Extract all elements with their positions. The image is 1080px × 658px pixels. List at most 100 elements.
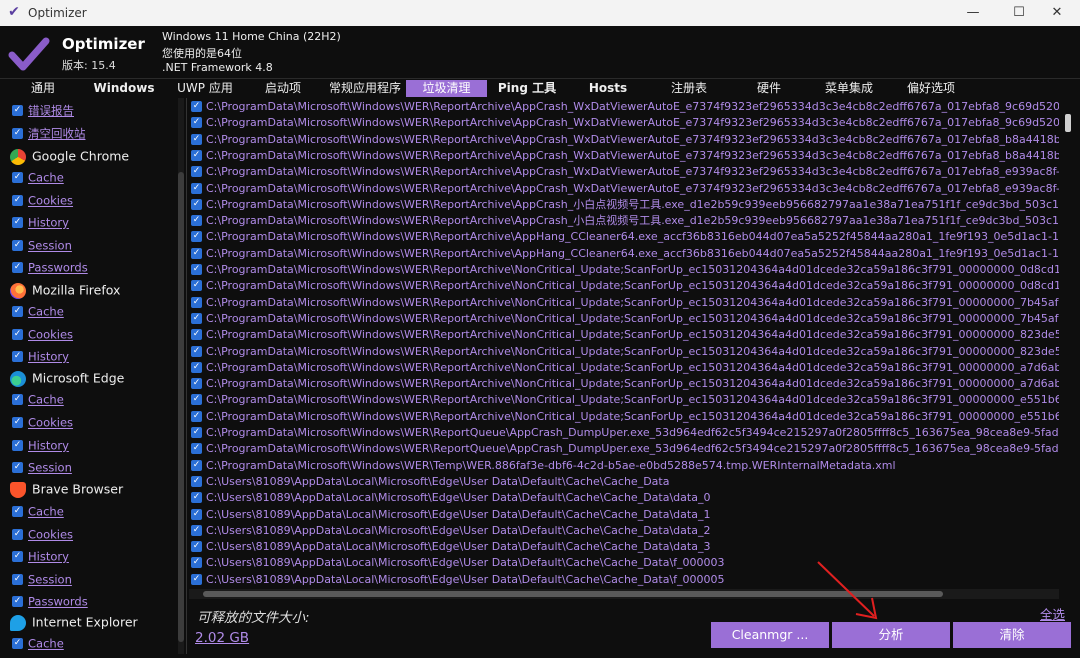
tab-preferences[interactable]: 偏好选项: [898, 80, 964, 97]
checkbox-checked-icon[interactable]: ✓: [191, 427, 202, 438]
option-edge-history[interactable]: ✓ History: [12, 435, 69, 455]
option-chrome-history[interactable]: ✓ History: [12, 212, 69, 232]
checkbox-checked-icon[interactable]: ✓: [191, 524, 202, 536]
checkbox-checked-icon[interactable]: ✓: [12, 351, 23, 362]
option-brave-passwords[interactable]: ✓ Passwords: [12, 591, 88, 611]
checkbox-checked-icon[interactable]: ✓: [12, 638, 23, 649]
option-error-reports[interactable]: ✓ 错误报告: [12, 100, 74, 120]
file-path: C:\ProgramData\Microsoft\Windows\WER\Rep…: [206, 442, 1059, 456]
option-ie-cache[interactable]: ✓ Cache: [12, 633, 64, 653]
option-chrome-cookies[interactable]: ✓ Cookies: [12, 190, 73, 210]
checkbox-checked-icon[interactable]: ✓: [191, 345, 202, 357]
option-edge-cookies[interactable]: ✓ Cookies: [12, 412, 73, 432]
cleanmgr-button[interactable]: Cleanmgr ...: [711, 622, 829, 648]
checkbox-checked-icon[interactable]: ✓: [12, 195, 23, 206]
option-label: Cookies: [28, 193, 74, 208]
checkbox-checked-icon[interactable]: ✓: [191, 541, 202, 553]
checkbox-checked-icon[interactable]: ✓: [12, 551, 23, 562]
tab-menu-integration[interactable]: 菜单集成: [816, 80, 882, 97]
checkbox-checked-icon[interactable]: ✓: [191, 443, 202, 455]
app-check-icon: ✔: [8, 4, 20, 20]
tab-common-apps[interactable]: 常规应用程序: [324, 80, 406, 97]
option-edge-session[interactable]: ✓ Session: [12, 457, 72, 477]
checkbox-checked-icon[interactable]: ✓: [191, 361, 202, 373]
checkbox-checked-icon[interactable]: ✓: [191, 557, 202, 569]
checkbox-checked-icon[interactable]: ✓: [191, 492, 202, 504]
option-label: Cache: [28, 304, 64, 319]
checkbox-checked-icon[interactable]: ✓: [12, 462, 23, 473]
checkbox-checked-icon[interactable]: ✓: [12, 574, 23, 585]
tab-hardware[interactable]: 硬件: [744, 80, 794, 97]
tab-uwp[interactable]: UWP 应用: [172, 80, 238, 97]
free-space-value[interactable]: 2.02 GB: [195, 630, 249, 646]
minimize-button[interactable]: —: [950, 0, 996, 26]
checkbox-checked-icon[interactable]: ✓: [12, 172, 23, 183]
checkbox-checked-icon[interactable]: ✓: [191, 312, 202, 324]
option-brave-session[interactable]: ✓ Session: [12, 569, 72, 589]
option-firefox-cookies[interactable]: ✓ Cookies: [12, 324, 73, 344]
close-button[interactable]: ✕: [1034, 0, 1080, 26]
checkbox-checked-icon[interactable]: ✓: [191, 133, 202, 145]
checkbox-checked-icon[interactable]: ✓: [191, 149, 202, 161]
select-all-link[interactable]: 全选: [1040, 604, 1065, 623]
checkbox-checked-icon[interactable]: ✓: [191, 394, 202, 406]
tab-startup[interactable]: 启动项: [252, 80, 314, 97]
checkbox-checked-icon[interactable]: ✓: [191, 117, 202, 129]
checkbox-checked-icon[interactable]: ✓: [191, 459, 202, 471]
checkbox-checked-icon[interactable]: ✓: [191, 215, 202, 227]
checkbox-checked-icon[interactable]: ✓: [191, 508, 202, 520]
tab-ping[interactable]: Ping 工具: [494, 80, 560, 97]
tab-registry[interactable]: 注册表: [660, 80, 718, 97]
checkbox-checked-icon[interactable]: ✓: [191, 182, 202, 194]
checkbox-checked-icon[interactable]: ✓: [12, 306, 23, 317]
file-list-vertical-scroll-thumb[interactable]: [1065, 114, 1071, 132]
checkbox-checked-icon[interactable]: ✓: [191, 329, 202, 341]
option-empty-recycle-bin[interactable]: ✓ 清空回收站: [12, 123, 86, 143]
file-list-horizontal-scrollbar[interactable]: [189, 589, 1059, 599]
checkbox-checked-icon[interactable]: ✓: [191, 296, 202, 308]
option-firefox-cache[interactable]: ✓ Cache: [12, 301, 64, 321]
checkbox-checked-icon[interactable]: ✓: [191, 475, 202, 487]
checkbox-checked-icon[interactable]: ✓: [191, 264, 202, 275]
file-list-vertical-scrollbar[interactable]: [1062, 98, 1074, 598]
checkbox-checked-icon[interactable]: ✓: [191, 166, 202, 178]
checkbox-checked-icon[interactable]: ✓: [12, 529, 23, 540]
checkbox-checked-icon[interactable]: ✓: [191, 280, 202, 292]
checkbox-checked-icon[interactable]: ✓: [12, 128, 23, 139]
checkbox-checked-icon[interactable]: ✓: [191, 247, 202, 259]
option-chrome-passwords[interactable]: ✓ Passwords: [12, 257, 88, 277]
checkbox-checked-icon[interactable]: ✓: [12, 596, 23, 607]
checkbox-checked-icon[interactable]: ✓: [12, 240, 23, 251]
option-brave-cache[interactable]: ✓ Cache: [12, 501, 64, 521]
option-edge-cache[interactable]: ✓ Cache: [12, 389, 64, 409]
tab-general[interactable]: 通用: [14, 80, 72, 97]
checkbox-checked-icon[interactable]: ✓: [12, 217, 23, 228]
tab-windows11[interactable]: Windows 11: [84, 80, 164, 112]
option-brave-history[interactable]: ✓ History: [12, 546, 69, 566]
checkbox-checked-icon[interactable]: ✓: [191, 231, 202, 243]
checkbox-checked-icon[interactable]: ✓: [12, 394, 23, 405]
checkbox-checked-icon[interactable]: ✓: [12, 440, 23, 451]
checkbox-checked-icon[interactable]: ✓: [191, 573, 202, 585]
option-firefox-history[interactable]: ✓ History: [12, 346, 69, 366]
tab-hosts[interactable]: Hosts: [582, 80, 634, 97]
option-label: Cache: [28, 504, 64, 519]
option-chrome-cache[interactable]: ✓ Cache: [12, 167, 64, 187]
sidebar-scrollbar[interactable]: [178, 98, 184, 654]
checkbox-checked-icon[interactable]: ✓: [12, 329, 23, 340]
checkbox-checked-icon[interactable]: ✓: [12, 506, 23, 517]
option-brave-cookies[interactable]: ✓ Cookies: [12, 524, 73, 544]
option-chrome-session[interactable]: ✓ Session: [12, 235, 72, 255]
checkbox-checked-icon[interactable]: ✓: [12, 417, 23, 428]
file-path: C:\ProgramData\Microsoft\Windows\WER\Rep…: [206, 328, 1059, 342]
tab-cleaner[interactable]: 垃圾清理: [406, 80, 487, 97]
checkbox-checked-icon[interactable]: ✓: [191, 378, 202, 390]
sidebar-scroll-thumb[interactable]: [178, 172, 184, 642]
checkbox-checked-icon[interactable]: ✓: [191, 101, 202, 112]
checkbox-checked-icon[interactable]: ✓: [191, 410, 202, 422]
checkbox-checked-icon[interactable]: ✓: [191, 198, 202, 210]
clean-button[interactable]: 清除: [953, 622, 1071, 648]
analyze-button[interactable]: 分析: [832, 622, 950, 648]
checkbox-checked-icon[interactable]: ✓: [12, 262, 23, 273]
checkbox-checked-icon[interactable]: ✓: [12, 105, 23, 116]
